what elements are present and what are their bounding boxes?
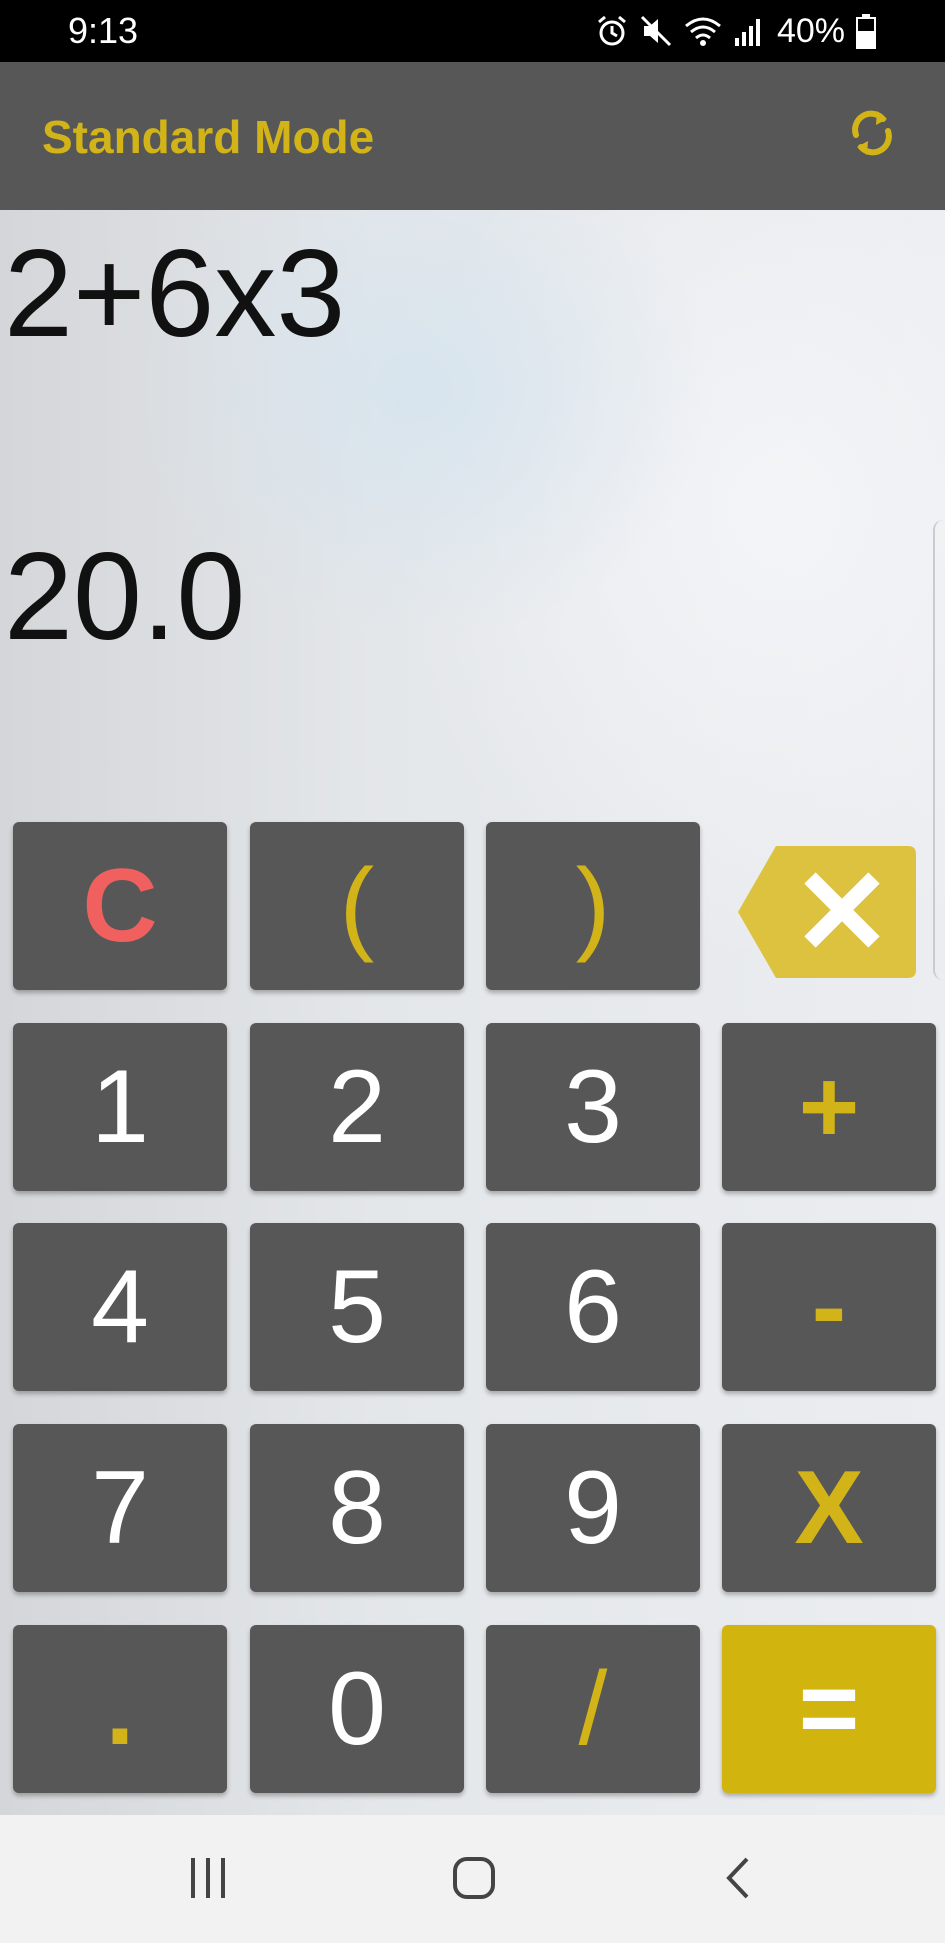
status-icons: 40% xyxy=(595,8,877,54)
wifi-icon xyxy=(683,14,723,48)
multiply-button[interactable]: X xyxy=(722,1424,936,1592)
app-bar: Standard Mode xyxy=(0,62,945,210)
minus-button[interactable]: - xyxy=(722,1223,936,1391)
open-paren-button[interactable]: ( xyxy=(250,822,464,990)
divide-button[interactable]: / xyxy=(486,1625,700,1793)
expression-text: 2+6x3 xyxy=(4,225,346,363)
backspace-button[interactable] xyxy=(736,842,920,982)
edge-panel-handle[interactable] xyxy=(933,520,945,980)
recent-apps-button[interactable] xyxy=(168,1845,248,1915)
status-bar: 9:13 40% xyxy=(0,0,945,62)
digit-8-button[interactable]: 8 xyxy=(250,1424,464,1592)
alarm-icon xyxy=(595,14,629,48)
back-button[interactable] xyxy=(698,1845,778,1915)
status-time: 9:13 xyxy=(68,10,139,51)
home-button[interactable] xyxy=(434,1845,514,1915)
digit-5-button[interactable]: 5 xyxy=(250,1223,464,1391)
back-icon xyxy=(723,1856,753,1905)
battery-percent: 40% xyxy=(776,11,845,50)
digit-9-button[interactable]: 9 xyxy=(486,1424,700,1592)
mode-toggle-button[interactable] xyxy=(839,102,905,168)
plus-button[interactable]: + xyxy=(722,1023,936,1191)
app-title: Standard Mode xyxy=(42,111,375,163)
equals-button[interactable]: = xyxy=(722,1625,936,1793)
home-icon xyxy=(452,1856,496,1905)
digit-3-button[interactable]: 3 xyxy=(486,1023,700,1191)
refresh-icon xyxy=(847,105,897,166)
result-text: 20.0 xyxy=(4,528,246,666)
decimal-button[interactable]: . xyxy=(13,1625,227,1793)
digit-7-button[interactable]: 7 xyxy=(13,1424,227,1592)
digit-6-button[interactable]: 6 xyxy=(486,1223,700,1391)
clear-button[interactable]: C xyxy=(13,822,227,990)
navigation-bar xyxy=(0,1815,945,1943)
calculator-screen: 9:13 40% Standard Mode 2+6x3 20.0 C () … xyxy=(0,0,945,1943)
mute-icon xyxy=(639,14,673,48)
signal-icon xyxy=(733,14,765,48)
digit-1-button[interactable]: 1 xyxy=(13,1023,227,1191)
backspace-icon xyxy=(736,846,920,986)
close-paren-button[interactable]: ) xyxy=(486,822,700,990)
digit-0-button[interactable]: 0 xyxy=(250,1625,464,1793)
digit-4-button[interactable]: 4 xyxy=(13,1223,227,1391)
recent-apps-icon xyxy=(187,1856,229,1905)
digit-2-button[interactable]: 2 xyxy=(250,1023,464,1191)
battery-icon xyxy=(855,13,877,49)
